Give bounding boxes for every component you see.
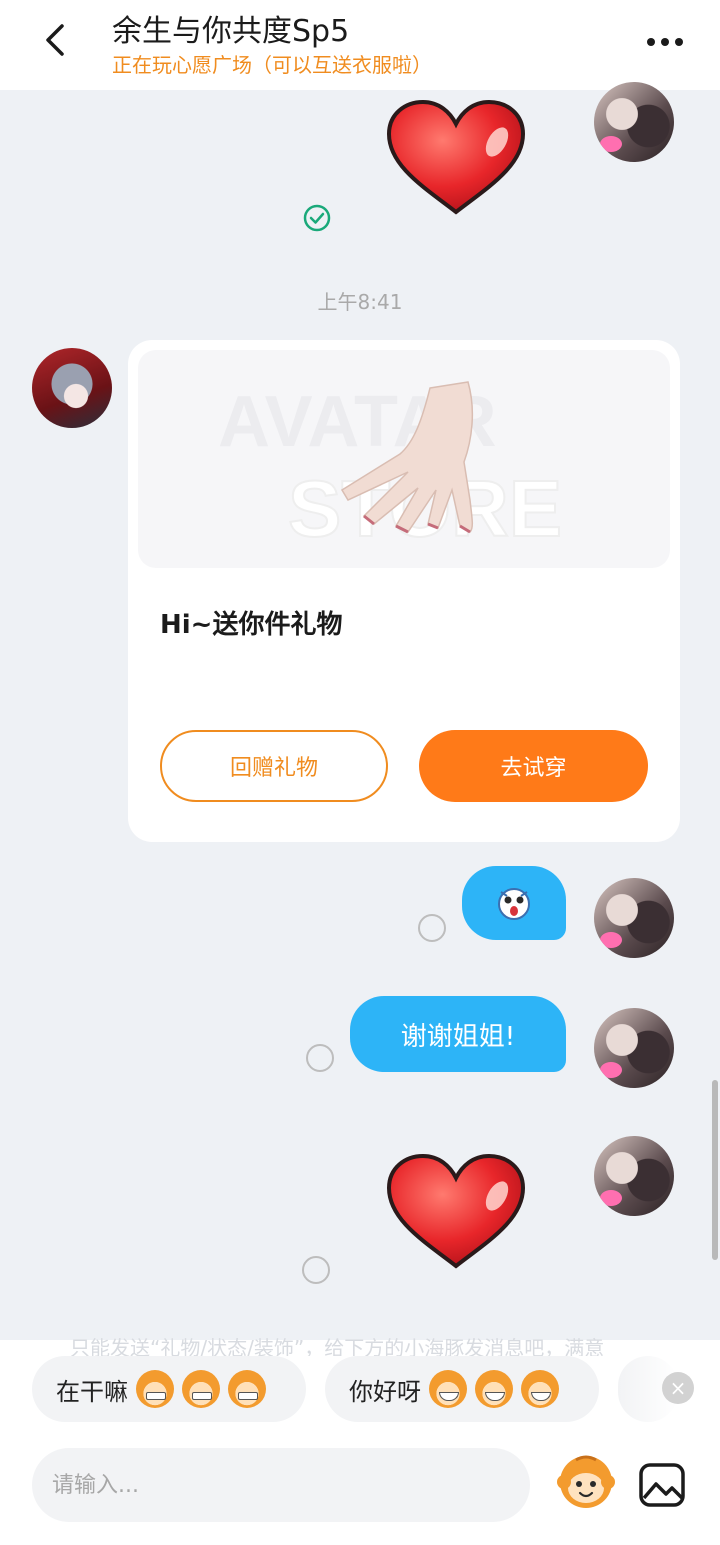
quick-reply-chip[interactable]: 你好呀 [325, 1356, 599, 1422]
more-dot [661, 38, 669, 46]
chat-title: 余生与你共度Sp5 [112, 14, 350, 49]
gift-item-image[interactable]: AVATAR STORE [138, 350, 670, 568]
grin-monkey-emoji-icon [228, 1370, 266, 1408]
my-avatar[interactable] [594, 1136, 674, 1216]
gift-card[interactable]: AVATAR STORE Hi~送你件礼物 回赠礼物 去试穿 [128, 340, 680, 842]
smile-monkey-emoji-icon [521, 1370, 559, 1408]
my-avatar[interactable] [594, 878, 674, 958]
gift-card-title: Hi~送你件礼物 [160, 610, 343, 640]
chat-status-subtitle[interactable]: 正在玩心愿广场（可以互送衣服啦） [112, 49, 432, 78]
heart-sticker[interactable] [385, 98, 527, 216]
message-input[interactable] [32, 1448, 530, 1522]
chat-header: 余生与你共度Sp5 正在玩心愿广场（可以互送衣服啦） [0, 0, 720, 90]
shocked-face-emoji-icon [498, 888, 530, 920]
message-timestamp: 上午8:41 [317, 290, 403, 314]
unread-status-indicator [302, 1256, 330, 1284]
more-dot [647, 38, 655, 46]
image-gallery-icon[interactable] [638, 1462, 686, 1508]
grin-monkey-emoji-icon [136, 1370, 174, 1408]
back-button[interactable] [36, 20, 76, 60]
close-suggestions-icon[interactable]: × [662, 1372, 694, 1404]
smile-monkey-emoji-icon [429, 1370, 467, 1408]
system-hint-text: 只能发送“礼物/状态/装饰”，给下方的小海豚发消息吧，满意 [70, 1336, 605, 1356]
friend-avatar[interactable] [32, 348, 112, 428]
chevron-left-icon [46, 24, 64, 56]
scrollbar-thumb[interactable] [712, 1080, 718, 1260]
message-bubble-emoji[interactable] [462, 866, 566, 940]
unread-status-indicator [306, 1044, 334, 1072]
bottom-composer: 只能发送“礼物/状态/装饰”，给下方的小海豚发消息吧，满意 在干嘛 你好呀 × [0, 1336, 720, 1545]
delivered-check-icon [303, 204, 331, 232]
message-bubble-text[interactable]: 谢谢姐姐! [350, 996, 566, 1072]
unread-status-indicator [418, 914, 446, 942]
heart-sticker[interactable] [385, 1152, 527, 1270]
smile-monkey-emoji-icon [475, 1370, 513, 1408]
message-input-box[interactable] [32, 1448, 530, 1522]
quick-reply-label: 你好呀 [349, 1377, 421, 1406]
my-avatar[interactable] [594, 82, 674, 162]
gift-glove-illustration: AVATAR STORE [218, 381, 563, 554]
more-dot [675, 38, 683, 46]
sticker-monkey-icon[interactable] [556, 1452, 616, 1512]
try-on-button[interactable]: 去试穿 [419, 730, 648, 802]
return-gift-button[interactable]: 回赠礼物 [160, 730, 388, 802]
chat-message-list[interactable]: 上午8:41 AVATAR STORE Hi~送你件礼物 回赠礼物 去试穿 谢谢… [0, 82, 720, 1340]
quick-reply-chip[interactable]: 在干嘛 [32, 1356, 306, 1422]
my-avatar[interactable] [594, 1008, 674, 1088]
grin-monkey-emoji-icon [182, 1370, 220, 1408]
quick-reply-label: 在干嘛 [56, 1377, 128, 1406]
more-options-button[interactable] [640, 24, 690, 60]
